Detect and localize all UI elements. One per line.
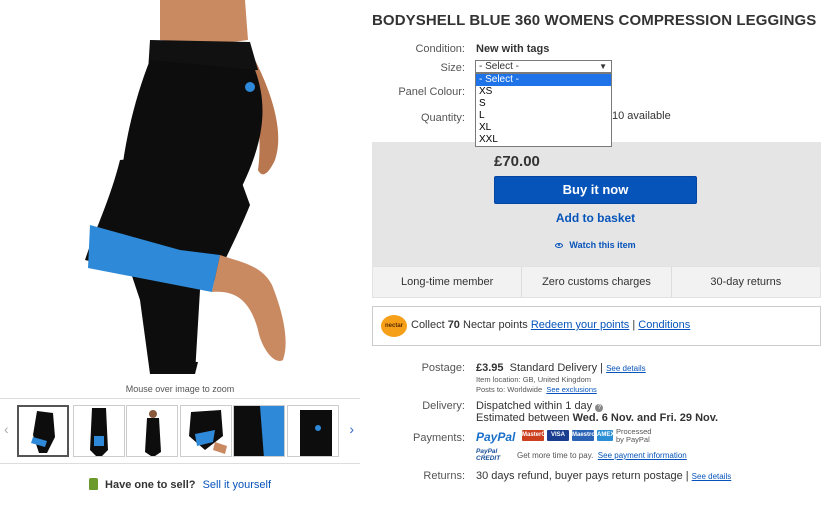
posts-to-text: Posts to: Worldwide xyxy=(476,385,543,394)
size-option[interactable]: XS xyxy=(476,86,611,98)
postage-details-link[interactable]: See details xyxy=(606,364,646,373)
badge-30-day-returns: 30-day returns xyxy=(710,276,782,288)
delivery-label: Delivery: xyxy=(422,400,465,412)
thumbnail-2[interactable] xyxy=(73,405,125,457)
dispatch-text: Dispatched within 1 day xyxy=(476,400,593,412)
badge-long-time-member: Long-time member xyxy=(373,267,523,297)
postage-line: £3.95 Standard Delivery | See details xyxy=(476,362,646,374)
thumbnail-3[interactable] xyxy=(126,405,178,457)
estimated-prefix: Estimated between xyxy=(476,412,573,424)
visa-icon: VISA xyxy=(547,430,569,441)
thumbnail-1[interactable] xyxy=(17,405,69,457)
postage-price: £3.95 xyxy=(476,362,504,374)
estimated-delivery: Estimated between Wed. 6 Nov. and Fri. 2… xyxy=(476,412,718,424)
nectar-conditions-link[interactable]: Conditions xyxy=(638,319,690,331)
payment-information-link[interactable]: See payment information xyxy=(598,451,687,460)
nectar-logo: nectar xyxy=(381,315,407,337)
seller-badges: Long-time member Zero customs charges 30… xyxy=(372,266,821,298)
size-option[interactable]: XL xyxy=(476,122,611,134)
returns-details-link[interactable]: See details xyxy=(692,472,732,481)
size-option[interactable]: S xyxy=(476,98,611,110)
processed-by-paypal: Processed by PayPal xyxy=(616,428,651,444)
size-selected-value: - Select - xyxy=(479,61,520,72)
nectar-points: 70 xyxy=(447,319,460,331)
info-icon[interactable]: ? xyxy=(595,404,604,412)
gallery-next-arrow-icon[interactable]: › xyxy=(349,421,354,437)
thumbnail-2-image xyxy=(90,408,108,456)
available-count: 10 available xyxy=(612,110,671,122)
sell-prompt: Have one to sell? Sell it yourself xyxy=(0,478,360,491)
postage-label: Postage: xyxy=(421,362,465,374)
paypal-credit-logo-bottom: CREDIT xyxy=(476,455,501,462)
sell-prompt-text: Have one to sell? xyxy=(105,479,196,491)
watch-item-label: Watch this item xyxy=(569,240,636,250)
mastercard-icon: MasterCard xyxy=(522,430,555,441)
postage-service: Standard Delivery xyxy=(509,362,598,374)
panel-colour-label: Panel Colour: xyxy=(398,86,465,98)
see-exclusions-link[interactable]: See exclusions xyxy=(546,385,596,394)
thumbnail-4-image xyxy=(189,410,227,454)
price: £70.00 xyxy=(494,153,540,170)
condition-value: New with tags xyxy=(476,43,550,55)
size-label: Size: xyxy=(440,62,465,74)
thumbnail-1-image xyxy=(31,411,55,453)
amex-icon: AMEX xyxy=(597,430,614,441)
thumbnail-3-image xyxy=(145,410,161,456)
sell-it-yourself-link[interactable]: Sell it yourself xyxy=(203,479,271,491)
gallery-prev-arrow-icon[interactable]: ‹ xyxy=(4,421,9,437)
maestro-icon: Maestro xyxy=(572,430,595,441)
redeem-points-link[interactable]: Redeem your points xyxy=(531,319,629,331)
size-select[interactable]: - Select - ▼ xyxy=(475,60,612,73)
buy-it-now-button[interactable]: Buy it now xyxy=(494,176,697,204)
product-title: BODYSHELL BLUE 360 WOMENS COMPRESSION LE… xyxy=(372,12,817,29)
thumbnail-5-image xyxy=(234,406,284,456)
payments-label: Payments: xyxy=(413,432,465,444)
nectar-collect-prefix: Collect xyxy=(411,319,448,331)
thumbnail-4[interactable] xyxy=(180,405,232,457)
size-option[interactable]: XXL xyxy=(476,134,611,146)
paypal-logo: PayPal xyxy=(476,430,516,444)
leggings-photo xyxy=(85,0,286,374)
size-option[interactable]: L xyxy=(476,110,611,122)
postage-separator: | xyxy=(600,362,604,374)
price-tag-icon xyxy=(88,478,98,490)
paypal-credit-line: Get more time to pay. See payment inform… xyxy=(517,451,687,460)
returns-text: 30 days refund, buyer pays return postag… xyxy=(476,470,689,482)
badge-zero-customs: Zero customs charges xyxy=(522,267,672,297)
returns-line: 30 days refund, buyer pays return postag… xyxy=(476,470,731,482)
item-location: Item location: GB, United Kingdom xyxy=(476,375,592,384)
thumbnail-6-image xyxy=(300,410,332,456)
posts-to: Posts to: Worldwide See exclusions xyxy=(476,385,597,394)
paypal-credit-text: Get more time to pay. xyxy=(517,451,594,460)
nectar-collect-suffix: Nectar points xyxy=(459,319,531,331)
condition-label: Condition: xyxy=(415,43,465,55)
main-product-image[interactable] xyxy=(0,0,360,374)
nectar-text: Collect 70 Nectar points Redeem your poi… xyxy=(411,319,690,331)
add-to-basket-link[interactable]: Add to basket xyxy=(494,211,697,225)
thumbnail-6[interactable] xyxy=(287,405,339,457)
quantity-label: Quantity: xyxy=(420,112,465,124)
paypal-credit-logo-top: PayPal xyxy=(476,448,498,455)
estimated-dates: Wed. 6 Nov. and Fri. 29 Nov. xyxy=(572,412,719,424)
zoom-hint: Mouse over image to zoom xyxy=(125,384,235,394)
paypal-credit-logo: PayPal CREDIT xyxy=(476,448,508,462)
nectar-box: nectar Collect 70 Nectar points Redeem y… xyxy=(372,306,821,346)
thumbnail-5[interactable] xyxy=(233,405,285,457)
eye-icon xyxy=(555,243,564,248)
watch-item-link[interactable]: Watch this item xyxy=(494,240,697,250)
returns-label: Returns: xyxy=(423,470,465,482)
by-paypal-text: by PayPal xyxy=(616,435,650,444)
chevron-down-icon: ▼ xyxy=(599,62,607,71)
dispatch-line: Dispatched within 1 day ? xyxy=(476,400,604,412)
size-option[interactable]: - Select - xyxy=(476,74,611,86)
thumbnail-gallery: ‹ › xyxy=(0,398,360,464)
size-dropdown-list: - Select - XS S L XL XXL xyxy=(475,73,612,147)
nectar-separator: | xyxy=(629,319,639,331)
